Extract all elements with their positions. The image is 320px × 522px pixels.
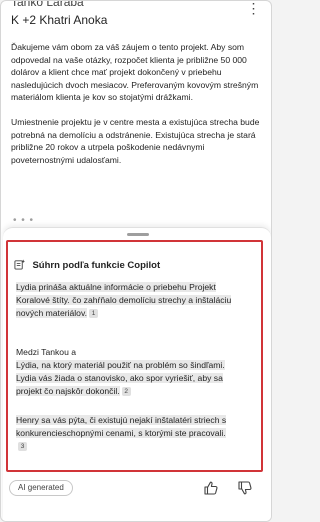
sheet-drag-handle[interactable] bbox=[127, 233, 149, 236]
ai-generated-badge: AI generated bbox=[9, 480, 73, 496]
citation-marker[interactable]: 3 bbox=[18, 442, 27, 451]
summary-item: Medzi Tankou a Lýdia, na ktorý materiál … bbox=[16, 346, 236, 398]
summary-header: Súhrn podľa funkcie Copilot bbox=[14, 255, 161, 271]
more-options-icon[interactable]: ⋮ bbox=[245, 1, 263, 19]
thumbs-down-icon[interactable] bbox=[237, 480, 253, 496]
message-header: Tanko Laraba K +2 Khatri Anoka ⋮ bbox=[11, 1, 263, 35]
email-body: Ďakujeme vám obom za váš záujem o tento … bbox=[11, 41, 263, 178]
summary-footer: AI generated bbox=[9, 480, 267, 500]
sender-name[interactable]: Tanko Laraba bbox=[11, 1, 84, 9]
summary-text: Lydia prináša aktuálne informácie o prie… bbox=[16, 282, 232, 318]
summary-item: Lydia prináša aktuálne informácie o prie… bbox=[16, 281, 236, 320]
summary-highlight-box: Súhrn podľa funkcie Copilot Lydia prináš… bbox=[6, 240, 263, 472]
copilot-summary-sheet: Súhrn podľa funkcie Copilot Lydia prináš… bbox=[3, 227, 271, 521]
email-paragraph: Umiestnenie projektu je v centre mesta a… bbox=[11, 116, 260, 165]
citation-marker[interactable]: 1 bbox=[89, 309, 99, 318]
summary-title: Súhrn podľa funkcie Copilot bbox=[32, 260, 161, 271]
citation-marker[interactable]: 2 bbox=[121, 387, 131, 396]
summary-text: Medzi Tankou a bbox=[16, 347, 77, 357]
summary-item: Henry sa vás pýta, či existujú nejakí in… bbox=[16, 414, 236, 453]
copilot-summary-icon bbox=[14, 259, 25, 270]
email-paragraph: Ďakujeme vám obom za váš záujem o tento … bbox=[11, 42, 259, 103]
thumbs-up-icon[interactable] bbox=[203, 480, 219, 496]
reading-pane: Tanko Laraba K +2 Khatri Anoka ⋮ Ďakujem… bbox=[0, 0, 272, 522]
overflow-indicator: • • • bbox=[13, 215, 35, 226]
summary-text: Henry sa vás pýta, či existujú nejakí in… bbox=[16, 415, 227, 438]
recipients-line[interactable]: K +2 Khatri Anoka bbox=[11, 13, 107, 27]
summary-text: Lýdia, na ktorý materiál použiť na probl… bbox=[16, 360, 225, 396]
